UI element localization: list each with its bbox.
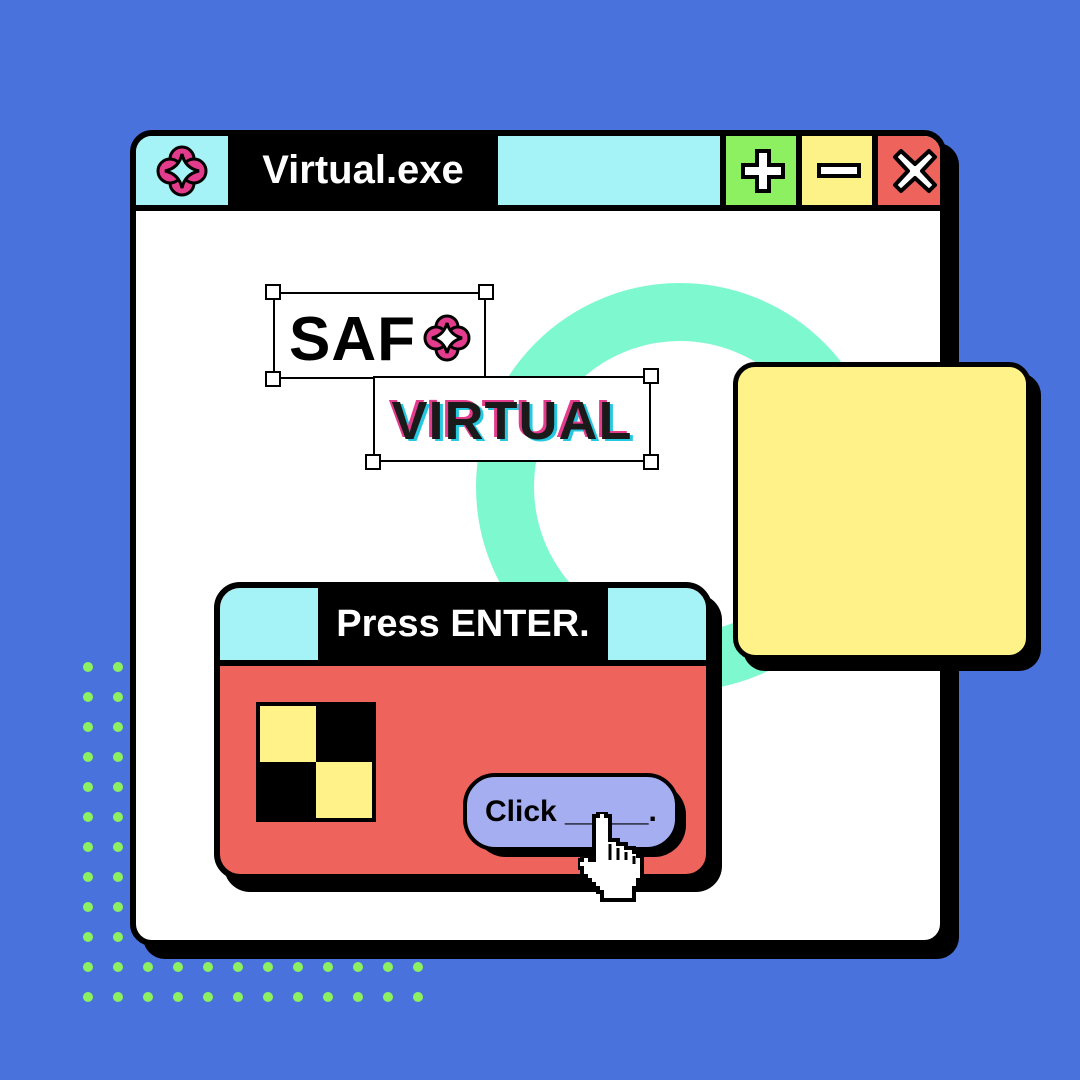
grid-dot	[113, 992, 123, 1002]
grid-dot	[83, 812, 93, 822]
grid-dot	[353, 962, 363, 972]
flower-star-icon	[156, 145, 208, 197]
flower-star-icon	[423, 314, 471, 362]
close-button[interactable]	[872, 136, 940, 205]
dialog-title: Press ENTER.	[318, 588, 608, 660]
grid-dot	[233, 962, 243, 972]
grid-dot	[353, 992, 363, 1002]
brand-text: SAF	[289, 305, 416, 374]
saf-text-frame[interactable]: SAF	[273, 292, 486, 379]
resize-handle[interactable]	[365, 454, 381, 470]
grid-dot	[203, 992, 213, 1002]
grid-dot	[173, 962, 183, 972]
minus-icon	[816, 162, 861, 178]
dialog-titlebar[interactable]: Press ENTER.	[220, 588, 706, 666]
grid-dot	[83, 992, 93, 1002]
grid-dot	[83, 752, 93, 762]
grid-dot	[293, 962, 303, 972]
grid-dot	[413, 992, 423, 1002]
resize-handle[interactable]	[643, 368, 659, 384]
plus-icon	[740, 148, 785, 193]
grid-dot	[83, 692, 93, 702]
grid-dot	[113, 962, 123, 972]
grid-dot	[323, 992, 333, 1002]
minimize-button[interactable]	[796, 136, 875, 205]
grid-dot	[113, 872, 123, 882]
grid-dot	[323, 962, 333, 972]
grid-dot	[143, 992, 153, 1002]
grid-dot	[83, 722, 93, 732]
maximize-button[interactable]	[720, 136, 799, 205]
window-titlebar[interactable]: Virtual.exe	[136, 136, 940, 211]
grid-dot	[113, 722, 123, 732]
grid-dot	[263, 992, 273, 1002]
grid-dot	[263, 962, 273, 972]
grid-dot	[113, 842, 123, 852]
grid-dot	[113, 782, 123, 792]
window-title: Virtual.exe	[228, 136, 498, 205]
headline-text: VIRTUAL	[391, 391, 633, 451]
yellow-panel	[733, 362, 1031, 660]
hand-cursor-icon	[578, 812, 644, 902]
grid-dot	[113, 812, 123, 822]
grid-dot	[83, 662, 93, 672]
grid-dot	[383, 992, 393, 1002]
checkerboard-icon	[256, 702, 376, 822]
grid-dot	[83, 782, 93, 792]
grid-dot	[113, 662, 123, 672]
grid-dot	[113, 932, 123, 942]
grid-dot	[413, 962, 423, 972]
close-x-icon	[892, 148, 937, 193]
grid-dot	[203, 962, 213, 972]
grid-dot	[293, 992, 303, 1002]
resize-handle[interactable]	[265, 284, 281, 300]
grid-dot	[113, 752, 123, 762]
app-logo	[136, 136, 228, 205]
grid-dot	[113, 692, 123, 702]
grid-dot	[143, 962, 153, 972]
grid-dot	[383, 962, 393, 972]
grid-dot	[83, 902, 93, 912]
grid-dot	[83, 842, 93, 852]
grid-dot	[113, 902, 123, 912]
grid-dot	[233, 992, 243, 1002]
grid-dot	[83, 932, 93, 942]
virtual-text-frame[interactable]: VIRTUAL	[373, 376, 651, 462]
resize-handle[interactable]	[643, 454, 659, 470]
resize-handle[interactable]	[478, 284, 494, 300]
resize-handle[interactable]	[265, 371, 281, 387]
grid-dot	[83, 962, 93, 972]
grid-dot	[83, 872, 93, 882]
grid-dot	[173, 992, 183, 1002]
